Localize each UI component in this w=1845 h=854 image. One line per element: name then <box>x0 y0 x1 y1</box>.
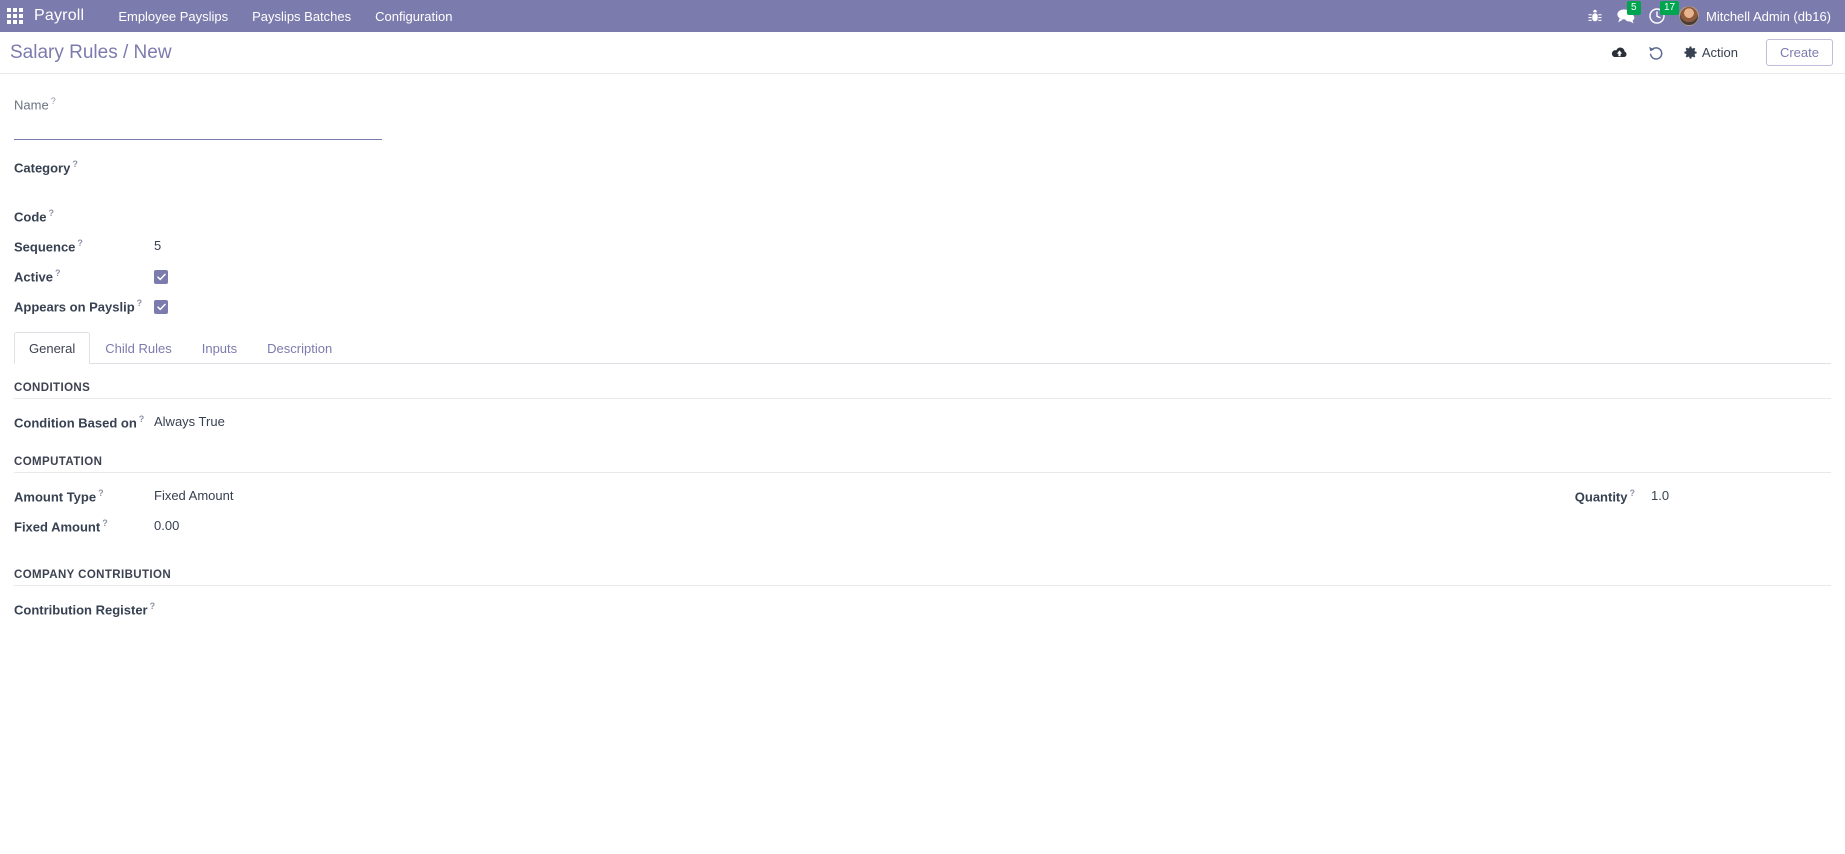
menu-employee-payslips[interactable]: Employee Payslips <box>106 2 240 31</box>
notebook: General Child Rules Inputs Description C… <box>14 332 1831 621</box>
active-checkbox[interactable] <box>154 270 168 285</box>
bug-icon[interactable] <box>1588 9 1602 24</box>
field-appears-on-payslip-label: Appears on Payslip? <box>14 297 154 314</box>
field-category-label: Category? <box>14 158 154 175</box>
form-sheet: Name? Category? Code? Sequence? 5 Active… <box>0 74 1845 621</box>
field-appears-on-payslip-label-text: Appears on Payslip <box>14 299 135 315</box>
apps-grid-icon[interactable] <box>4 5 26 27</box>
navbar-right-tools: 5 17 Mitchell Admin (db16) <box>1588 1 1835 26</box>
field-category-label-text: Category <box>14 160 71 176</box>
menu-payslips-batches[interactable]: Payslips Batches <box>240 2 363 31</box>
action-dropdown[interactable]: Action <box>1674 41 1748 64</box>
name-input[interactable] <box>14 118 382 141</box>
help-icon[interactable]: ? <box>150 601 156 611</box>
create-button[interactable]: Create <box>1765 39 1833 66</box>
field-quantity-label: Quantity? <box>941 487 1652 504</box>
section-company-contribution-title: COMPANY CONTRIBUTION <box>14 569 1831 587</box>
field-active-value <box>154 267 168 285</box>
field-sequence-value[interactable]: 5 <box>154 237 161 253</box>
activities-clock-icon[interactable]: 17 <box>1649 1 1680 24</box>
section-company-contribution: COMPANY CONTRIBUTION Contribution Regist… <box>14 569 1831 621</box>
help-icon[interactable]: ? <box>49 208 55 218</box>
field-fixed-amount-row: Fixed Amount? 0.00 <box>14 517 923 538</box>
field-fixed-amount-label-text: Fixed Amount <box>14 519 101 535</box>
help-icon[interactable]: ? <box>102 518 108 528</box>
check-icon <box>156 273 166 281</box>
help-icon[interactable]: ? <box>51 96 56 106</box>
notebook-tabs: General Child Rules Inputs Description <box>14 332 1831 365</box>
field-quantity-label-text: Quantity <box>1574 489 1628 505</box>
control-panel: Salary Rules / New Action Create <box>0 32 1845 74</box>
field-appears-on-payslip-row: Appears on Payslip? <box>14 297 1831 318</box>
field-quantity-value[interactable]: 1.0 <box>1651 487 1831 503</box>
gear-icon <box>1684 46 1697 59</box>
field-amount-type-value[interactable]: Fixed Amount <box>154 487 234 503</box>
control-panel-buttons: Action Create <box>1601 39 1833 66</box>
tab-child-rules[interactable]: Child Rules <box>90 332 186 364</box>
messages-count-badge: 5 <box>1627 1 1641 15</box>
action-label: Action <box>1701 45 1738 60</box>
field-appears-on-payslip-value <box>154 297 168 315</box>
section-computation-title: COMPUTATION <box>14 456 1831 474</box>
help-icon[interactable]: ? <box>139 414 145 424</box>
field-category-row: Category? <box>14 158 1831 198</box>
tab-description[interactable]: Description <box>252 332 347 364</box>
user-menu[interactable]: Mitchell Admin (db16) <box>1679 6 1831 26</box>
field-amount-type-row: Amount Type? Fixed Amount <box>14 487 923 508</box>
appears-on-payslip-checkbox[interactable] <box>154 300 168 315</box>
field-active-row: Active? <box>14 267 1831 288</box>
field-code-row: Code? <box>14 207 1831 228</box>
cloud-upload-icon[interactable] <box>1601 42 1638 64</box>
field-condition-based-on-label-text: Condition Based on <box>14 415 137 431</box>
field-active-label: Active? <box>14 267 154 284</box>
field-sequence-row: Sequence? 5 <box>14 237 1831 258</box>
check-icon <box>156 303 166 311</box>
activities-count-badge: 17 <box>1660 1 1680 15</box>
help-icon[interactable]: ? <box>98 488 104 498</box>
field-name-label: Name? <box>14 96 1831 112</box>
field-sequence-label: Sequence? <box>14 237 154 254</box>
help-icon[interactable]: ? <box>137 298 143 308</box>
field-active-label-text: Active <box>14 269 54 285</box>
field-condition-based-on-label: Condition Based on? <box>14 413 154 430</box>
field-condition-based-on-row: Condition Based on? Always True <box>14 413 1831 434</box>
computation-left-column: Amount Type? Fixed Amount Fixed Amount? … <box>14 487 923 547</box>
field-fixed-amount-label: Fixed Amount? <box>14 517 154 534</box>
help-icon[interactable]: ? <box>77 238 83 248</box>
menu-configuration[interactable]: Configuration <box>363 2 464 31</box>
field-quantity-row: Quantity? 1.0 <box>941 487 1832 508</box>
field-fixed-amount-value[interactable]: 0.00 <box>154 517 179 533</box>
avatar <box>1679 6 1699 26</box>
field-contribution-register-row: Contribution Register? <box>14 600 1831 621</box>
top-navbar: Payroll Employee Payslips Payslips Batch… <box>0 0 1845 32</box>
field-contribution-register-label: Contribution Register? <box>14 600 184 617</box>
field-sequence-label-text: Sequence <box>14 239 76 255</box>
breadcrumb[interactable]: Salary Rules / New <box>10 42 172 64</box>
tab-pane-general: CONDITIONS Condition Based on? Always Tr… <box>14 364 1831 621</box>
field-amount-type-label-text: Amount Type <box>14 489 97 505</box>
tab-inputs[interactable]: Inputs <box>187 332 252 364</box>
help-icon[interactable]: ? <box>72 159 78 169</box>
computation-right-column: Quantity? 1.0 <box>923 487 1832 547</box>
app-brand-payroll[interactable]: Payroll <box>34 7 84 25</box>
section-conditions-title: CONDITIONS <box>14 382 1831 400</box>
user-name-label: Mitchell Admin (db16) <box>1706 8 1831 24</box>
field-code-label-text: Code <box>14 209 47 225</box>
help-icon[interactable]: ? <box>1630 488 1636 498</box>
help-icon[interactable]: ? <box>55 268 61 278</box>
field-name-group: Name? <box>14 96 1831 141</box>
field-name-label-text: Name <box>14 97 49 113</box>
section-conditions: CONDITIONS Condition Based on? Always Tr… <box>14 382 1831 434</box>
field-contribution-register-label-text: Contribution Register <box>14 602 148 618</box>
tab-general[interactable]: General <box>14 332 91 365</box>
field-condition-based-on-value[interactable]: Always True <box>154 413 225 429</box>
field-code-label: Code? <box>14 207 154 224</box>
undo-discard-icon[interactable] <box>1638 41 1674 64</box>
messages-icon[interactable]: 5 <box>1616 1 1641 24</box>
computation-columns: Amount Type? Fixed Amount Fixed Amount? … <box>14 487 1831 547</box>
section-computation: COMPUTATION Amount Type? Fixed Amount Fi… <box>14 456 1831 547</box>
field-amount-type-label: Amount Type? <box>14 487 154 504</box>
